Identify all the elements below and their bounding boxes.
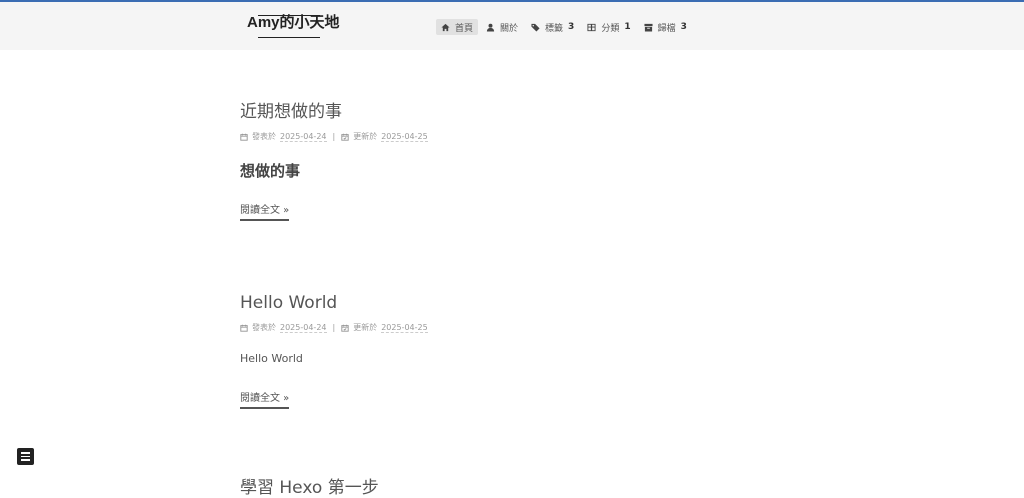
read-more-link[interactable]: 閱讀全文 »	[240, 205, 290, 221]
updated-date: 2025-04-25	[381, 131, 428, 142]
home-icon	[441, 23, 450, 31]
site-header: Amy的小天地 首頁 關於 標籤 3 分類 1 歸檔 3	[0, 2, 1024, 50]
nav-item-label: 歸檔	[657, 23, 676, 34]
nav-item-label: 標籤	[545, 23, 564, 34]
post-meta: 發表於 2025-04-24 | 更新於 2025-04-25	[240, 131, 428, 142]
updated-label: 更新於	[353, 132, 378, 141]
tags-count-badge: 3	[568, 22, 575, 32]
meta-separator: |	[332, 323, 336, 332]
updated-date: 2025-04-25	[381, 322, 428, 333]
nav-item-label: 分類	[601, 23, 620, 34]
posted-date: 2025-04-24	[280, 131, 327, 142]
nav-item-tags[interactable]: 標籤 3	[526, 19, 579, 35]
nav-item-archives[interactable]: 歸檔 3	[639, 19, 692, 35]
posted-date: 2025-04-24	[280, 322, 327, 333]
nav-item-home[interactable]: 首頁	[436, 19, 479, 35]
post-title[interactable]: 學習 Hexo 第一步	[240, 477, 379, 498]
post-title[interactable]: 近期想做的事	[240, 101, 428, 123]
nav-item-categories[interactable]: 分類 1	[582, 19, 635, 35]
post-title[interactable]: Hello World	[240, 292, 428, 314]
menu-icon-line	[21, 459, 30, 461]
menu-icon-line	[21, 455, 30, 458]
archive-icon	[644, 23, 653, 32]
post-meta: 發表於 2025-04-24 | 更新於 2025-04-25	[240, 322, 428, 333]
posted-label: 發表於	[252, 323, 276, 332]
grid-icon	[587, 23, 596, 31]
brand-line-bottom	[258, 37, 320, 38]
posted-label: 發表於	[252, 132, 276, 141]
tags-icon	[531, 23, 540, 32]
meta-separator: |	[332, 132, 336, 141]
updated-label: 更新於	[353, 323, 378, 332]
user-icon	[486, 23, 495, 32]
post-card: Hello World 發表於 2025-04-24 | 更新於 2025-04…	[240, 292, 428, 409]
calendar-check-icon	[341, 324, 349, 332]
calendar-icon	[240, 324, 248, 332]
main-nav: 首頁 關於 標籤 3 分類 1 歸檔 3	[436, 18, 695, 36]
calendar-check-icon	[341, 133, 349, 141]
nav-item-about[interactable]: 關於	[481, 19, 523, 35]
post-heading: 想做的事	[240, 162, 301, 180]
nav-item-label: 關於	[500, 23, 519, 34]
post-excerpt: Hello World	[240, 352, 303, 365]
sidebar-toggle-button[interactable]	[17, 448, 34, 465]
archives-count-badge: 3	[680, 22, 687, 32]
post-card: 學習 Hexo 第一步	[240, 477, 379, 498]
site-title[interactable]: Amy的小天地	[247, 13, 340, 33]
calendar-icon	[240, 133, 248, 141]
read-more-link[interactable]: 閱讀全文 »	[240, 393, 290, 409]
menu-icon	[21, 452, 30, 454]
categories-count-badge: 1	[624, 22, 631, 32]
post-card: 近期想做的事 發表於 2025-04-24 | 更新於 2025-04-25 想…	[240, 101, 428, 221]
nav-item-label: 首頁	[455, 23, 474, 34]
